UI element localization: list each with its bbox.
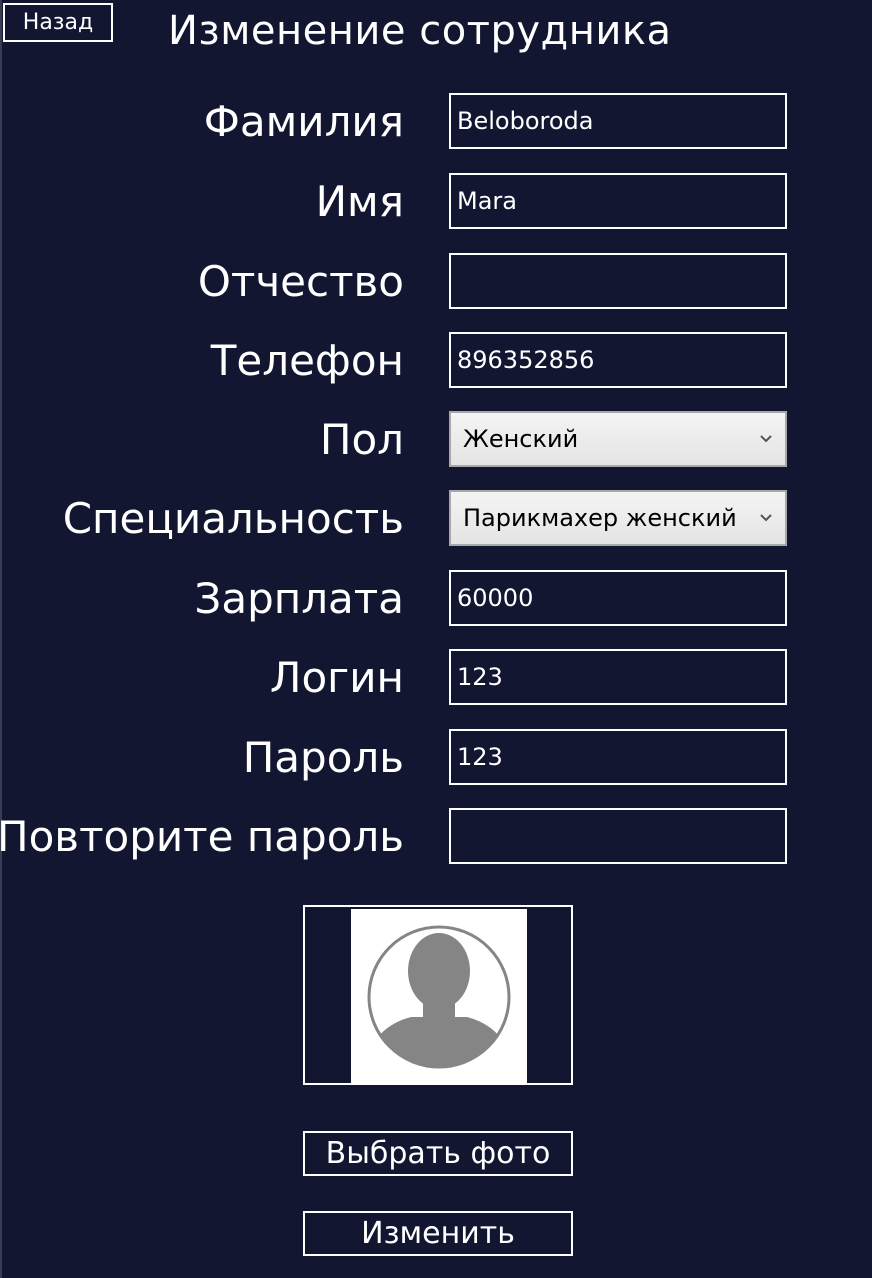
repeat-password-label: Повторите пароль <box>0 812 404 861</box>
last-name-input[interactable] <box>449 93 787 149</box>
specialty-select[interactable]: Парикмахер женский <box>449 490 787 546</box>
chevron-down-icon <box>759 413 773 465</box>
specialty-label: Специальность <box>62 494 404 543</box>
window-edge <box>0 0 2 1278</box>
first-name-label: Имя <box>315 177 404 226</box>
submit-button[interactable]: Изменить <box>303 1211 573 1256</box>
chevron-down-icon <box>759 492 773 544</box>
first-name-input[interactable] <box>449 173 787 229</box>
patronymic-input[interactable] <box>449 253 787 309</box>
choose-photo-button[interactable]: Выбрать фото <box>303 1131 573 1176</box>
salary-input[interactable] <box>449 570 787 626</box>
user-placeholder-icon <box>351 909 527 1083</box>
specialty-select-value: Парикмахер женский <box>463 504 737 532</box>
gender-label: Пол <box>319 415 404 464</box>
repeat-password-input[interactable] <box>449 808 787 864</box>
photo-frame <box>303 905 573 1085</box>
back-button[interactable]: Назад <box>3 3 113 42</box>
page-title: Изменение сотрудника <box>168 8 672 54</box>
phone-label: Телефон <box>210 336 404 385</box>
patronymic-label: Отчество <box>197 257 404 306</box>
gender-select-value: Женский <box>463 425 579 453</box>
gender-select[interactable]: Женский <box>449 411 787 467</box>
phone-input[interactable] <box>449 332 787 388</box>
login-label: Логин <box>269 653 404 702</box>
login-input[interactable] <box>449 649 787 705</box>
salary-label: Зарплата <box>194 574 404 623</box>
password-label: Пароль <box>242 733 404 782</box>
last-name-label: Фамилия <box>203 97 404 146</box>
password-input[interactable] <box>449 729 787 785</box>
